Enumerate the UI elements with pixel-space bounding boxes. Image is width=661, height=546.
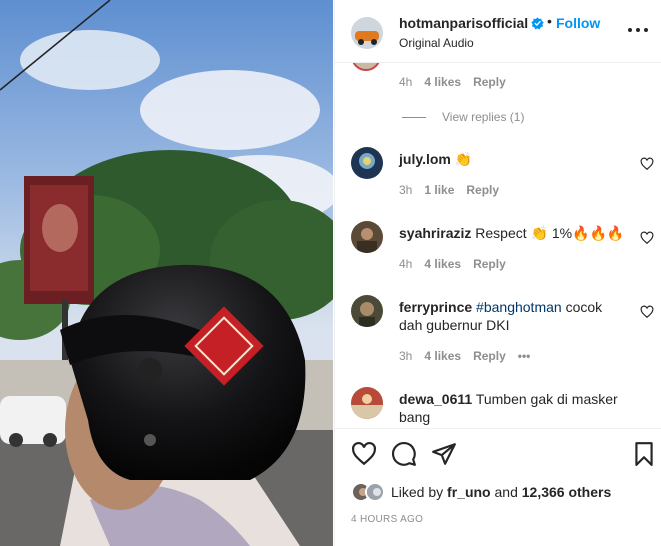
- comment-time: 4h: [399, 257, 413, 271]
- share-icon[interactable]: [431, 441, 457, 467]
- comment-options-icon[interactable]: •••: [518, 349, 531, 363]
- comment-likes[interactable]: 4 likes: [424, 75, 461, 89]
- verified-icon: [531, 17, 544, 30]
- comment-username[interactable]: dewa_0611: [399, 391, 472, 407]
- comment-body: Respect 👏 1%🔥🔥🔥: [475, 225, 625, 241]
- comment-time: 4h: [399, 75, 413, 89]
- comment-hashtag[interactable]: #banghotman: [476, 299, 562, 315]
- view-replies-label: View replies (1): [442, 110, 525, 124]
- view-replies-button[interactable]: View replies (1): [402, 110, 524, 124]
- comment-likes[interactable]: 1 like: [424, 183, 454, 197]
- heart-icon[interactable]: [640, 231, 654, 245]
- comment-text: ferryprince #banghotman cocok dah gubern…: [399, 298, 629, 334]
- liked-by-prefix: Liked by: [391, 484, 444, 500]
- comment-time: 3h: [399, 349, 413, 363]
- comment-meta: 3h 1 like Reply: [399, 183, 499, 197]
- bookmark-icon[interactable]: [631, 441, 657, 467]
- comments-list[interactable]: 4h 4 likes Reply View replies (1) july.l…: [335, 62, 661, 426]
- reply-button[interactable]: Reply: [466, 183, 499, 197]
- comment-username[interactable]: syahriraziz: [399, 225, 471, 241]
- separator-dot: •: [547, 13, 552, 29]
- liked-by-user[interactable]: fr_uno: [447, 484, 491, 500]
- comment-text: dewa_0611 Tumben gak di masker bang: [399, 390, 629, 426]
- post-side-panel: hotmanparisofficial • Follow Original Au…: [334, 0, 661, 546]
- liked-by-text: Liked by fr_uno and 12,366 others: [391, 484, 611, 500]
- comment-avatar[interactable]: [351, 63, 381, 71]
- post-header: hotmanparisofficial • Follow Original Au…: [335, 0, 661, 62]
- reply-button[interactable]: Reply: [473, 75, 506, 89]
- comment-text: july.lom 👏: [399, 150, 629, 168]
- post-timestamp[interactable]: 4 HOURS AGO: [351, 514, 423, 525]
- heart-icon[interactable]: [640, 157, 654, 171]
- comment-likes[interactable]: 4 likes: [424, 349, 461, 363]
- reply-button[interactable]: Reply: [473, 257, 506, 271]
- comment-meta: 4h 4 likes Reply: [399, 75, 506, 89]
- comment-body: 👏: [454, 151, 473, 167]
- heart-icon[interactable]: [351, 441, 377, 467]
- liked-by-row[interactable]: Liked by fr_uno and 12,366 others: [351, 478, 611, 506]
- comment-avatar[interactable]: [351, 147, 383, 179]
- comment-avatar[interactable]: [351, 295, 383, 327]
- comment-avatar[interactable]: [351, 387, 383, 419]
- comment-meta: 3h 4 likes Reply •••: [399, 349, 530, 363]
- divider-line: [402, 116, 426, 118]
- comment-username[interactable]: july.lom: [399, 151, 451, 167]
- action-bar: [335, 428, 661, 478]
- post-photo: [0, 0, 333, 546]
- comment-icon[interactable]: [391, 441, 417, 467]
- audio-label[interactable]: Original Audio: [399, 36, 474, 50]
- comment-username[interactable]: ferryprince: [399, 299, 472, 315]
- comment-likes[interactable]: 4 likes: [424, 257, 461, 271]
- follow-button[interactable]: Follow: [556, 15, 600, 31]
- comment-avatar[interactable]: [351, 221, 383, 253]
- liked-by-and: and: [494, 484, 518, 500]
- liker-avatar[interactable]: [365, 482, 385, 502]
- post-media[interactable]: [0, 0, 333, 546]
- author-username[interactable]: hotmanparisofficial: [399, 15, 528, 31]
- more-options-icon[interactable]: [628, 24, 648, 36]
- reply-button[interactable]: Reply: [473, 349, 506, 363]
- comment-meta: 4h 4 likes Reply: [399, 257, 506, 271]
- author-avatar[interactable]: [351, 17, 383, 49]
- liked-by-others[interactable]: 12,366 others: [522, 484, 612, 500]
- comment-time: 3h: [399, 183, 413, 197]
- comment-text: syahriraziz Respect 👏 1%🔥🔥🔥: [399, 224, 629, 242]
- heart-icon[interactable]: [640, 305, 654, 319]
